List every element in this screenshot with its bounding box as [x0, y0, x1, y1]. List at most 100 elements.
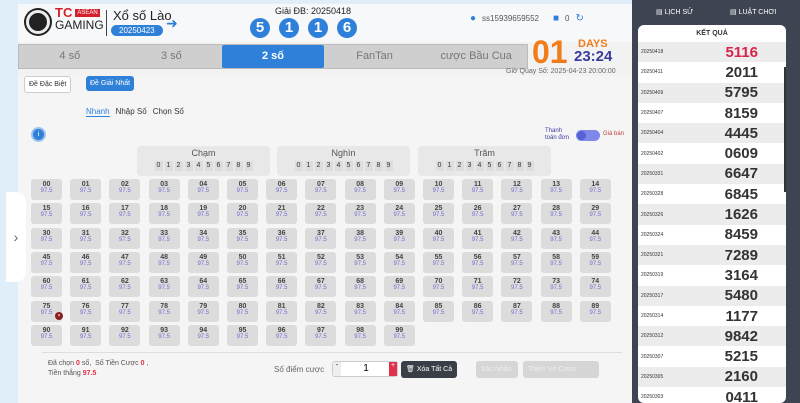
number-cell[interactable]: 27 97.5 [501, 203, 533, 225]
number-cell[interactable]: 91 97.5 [70, 324, 102, 346]
number-cell[interactable]: 83 97.5 [344, 300, 376, 322]
number-cell[interactable]: 28 97.5 [540, 203, 572, 225]
number-cell[interactable]: 22 97.5 [305, 203, 337, 225]
number-cell[interactable]: 85 97.5 [423, 300, 454, 322]
subtab-chon-so[interactable]: Chọn Số [153, 107, 184, 117]
number-cell[interactable]: 99 97.5 [383, 324, 415, 346]
digit-button[interactable]: 5 [485, 161, 494, 171]
number-cell[interactable]: 34 97.5 [187, 227, 219, 249]
number-cell[interactable]: 03 97.5 [148, 179, 180, 200]
number-cell[interactable]: 72 97.5 [501, 276, 533, 298]
number-cell[interactable]: 17 97.5 [109, 203, 141, 225]
digit-button[interactable]: 5 [204, 161, 213, 171]
digit-button[interactable]: 8 [515, 161, 524, 171]
digit-button[interactable]: 3 [184, 161, 193, 171]
number-cell[interactable]: 09 97.5 [383, 179, 415, 200]
price-toggle[interactable] [576, 130, 600, 141]
digit-button[interactable]: 0 [435, 161, 444, 171]
digit-button[interactable]: 5 [344, 161, 353, 171]
digit-button[interactable]: 9 [525, 161, 534, 171]
number-cell[interactable]: 76 97.5 [70, 300, 102, 322]
number-cell[interactable]: 60 97.5 [31, 276, 62, 298]
remove-icon[interactable]: × [55, 312, 63, 320]
tab-4-so[interactable]: 4 số [19, 45, 121, 68]
number-cell[interactable]: 13 97.5 [540, 179, 572, 200]
number-cell[interactable]: 61 97.5 [70, 276, 102, 298]
number-cell[interactable]: 69 97.5 [383, 276, 415, 298]
number-cell[interactable]: 02 97.5 [109, 179, 141, 200]
number-cell[interactable]: 00 97.5 [31, 179, 62, 200]
digit-button[interactable]: 0 [294, 161, 303, 171]
number-cell[interactable]: 12 97.5 [501, 179, 533, 200]
number-cell[interactable]: 29 97.5 [579, 203, 611, 225]
number-cell[interactable]: 54 97.5 [383, 251, 415, 273]
number-cell[interactable]: 19 97.5 [187, 203, 219, 225]
number-cell[interactable]: 84 97.5 [383, 300, 415, 322]
digit-button[interactable]: 8 [234, 161, 243, 171]
number-cell[interactable]: 08 97.5 [344, 179, 376, 200]
digit-button[interactable]: 1 [445, 161, 454, 171]
digit-button[interactable]: 9 [384, 161, 393, 171]
number-cell[interactable]: 20 97.5 [227, 203, 258, 225]
number-cell[interactable]: 32 97.5 [109, 227, 141, 249]
tab-fantan[interactable]: FanTan [324, 45, 426, 68]
number-cell[interactable]: 62 97.5 [109, 276, 141, 298]
rules-button[interactable]: ▤ LUẬT CHƠI [730, 8, 776, 16]
clear-all-button[interactable]: 🗑 Xóa Tất Cả [401, 361, 458, 378]
number-cell[interactable]: 70 97.5 [423, 276, 454, 298]
number-cell[interactable]: 41 97.5 [462, 227, 494, 249]
digit-button[interactable]: 6 [354, 161, 363, 171]
digit-button[interactable]: 1 [304, 161, 313, 171]
points-input[interactable]: 1 [343, 363, 389, 374]
digit-button[interactable]: 8 [374, 161, 383, 171]
number-cell[interactable]: 42 97.5 [501, 227, 533, 249]
number-cell[interactable]: 07 97.5 [305, 179, 337, 200]
number-cell[interactable]: 87 97.5 [501, 300, 533, 322]
number-cell[interactable]: 63 97.5 [148, 276, 180, 298]
digit-button[interactable]: 1 [164, 161, 173, 171]
digit-button[interactable]: 6 [495, 161, 504, 171]
number-cell[interactable]: 56 97.5 [462, 251, 494, 273]
scrollbar[interactable] [784, 67, 786, 192]
refresh-icon[interactable]: ↻ [576, 13, 584, 24]
number-cell[interactable]: 74 97.5 [579, 276, 611, 298]
number-cell[interactable]: 40 97.5 [423, 227, 454, 249]
number-cell[interactable]: 04 97.5 [187, 179, 219, 200]
number-cell[interactable]: 82 97.5 [305, 300, 337, 322]
number-cell[interactable]: 92 97.5 [109, 324, 141, 346]
number-cell[interactable]: 88 97.5 [540, 300, 572, 322]
digit-button[interactable]: 4 [334, 161, 343, 171]
number-cell[interactable]: 55 97.5 [423, 251, 454, 273]
number-cell[interactable]: 31 97.5 [70, 227, 102, 249]
number-cell[interactable]: 14 97.5 [579, 179, 611, 200]
number-cell[interactable]: 23 97.5 [344, 203, 376, 225]
number-cell[interactable]: 98 97.5 [344, 324, 376, 346]
number-cell[interactable]: 11 97.5 [462, 179, 494, 200]
number-cell[interactable]: 30 97.5 [31, 227, 62, 249]
minus-button[interactable]: - [333, 362, 341, 376]
number-cell[interactable]: 58 97.5 [540, 251, 572, 273]
number-cell[interactable]: 38 97.5 [344, 227, 376, 249]
number-cell[interactable]: 10 97.5 [423, 179, 454, 200]
number-cell[interactable]: 48 97.5 [148, 251, 180, 273]
tab-3-so[interactable]: 3 số [121, 45, 223, 68]
number-cell[interactable]: 94 97.5 [187, 324, 219, 346]
side-expand-button[interactable]: › [6, 192, 26, 282]
number-cell[interactable]: 78 97.5 [148, 300, 180, 322]
number-cell[interactable]: 53 97.5 [344, 251, 376, 273]
digit-button[interactable]: 6 [214, 161, 223, 171]
number-cell[interactable]: 01 97.5 [70, 179, 102, 200]
exit-icon[interactable]: ➜ [166, 15, 178, 32]
number-cell[interactable]: 93 97.5 [148, 324, 180, 346]
number-cell[interactable]: 33 97.5 [148, 227, 180, 249]
number-cell[interactable]: 46 97.5 [70, 251, 102, 273]
digit-button[interactable]: 2 [455, 161, 464, 171]
de-dac-biet-button[interactable]: Đề Đặc Biệt [24, 76, 72, 93]
number-cell[interactable]: 18 97.5 [148, 203, 180, 225]
digit-button[interactable]: 2 [314, 161, 323, 171]
confirm-button[interactable]: Xác Nhận [476, 361, 518, 378]
number-cell[interactable]: 97 97.5 [305, 324, 337, 346]
number-cell[interactable]: 16 97.5 [70, 203, 102, 225]
plus-button[interactable]: + [389, 362, 397, 376]
number-cell[interactable]: 77 97.5 [109, 300, 141, 322]
